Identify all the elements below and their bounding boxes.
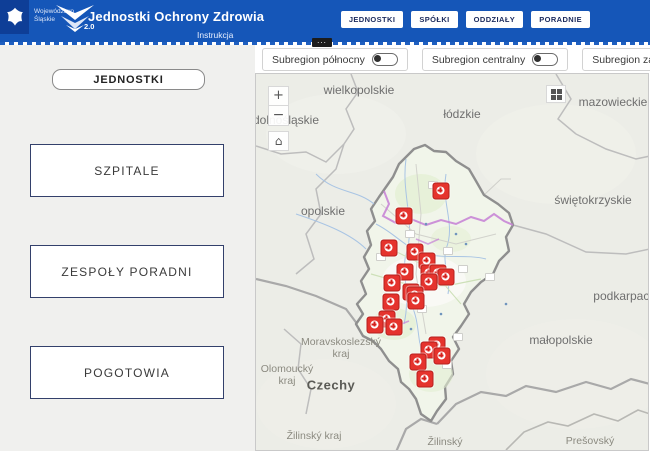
toggle-switch-icon[interactable]	[372, 53, 398, 66]
medical-cross-icon	[400, 267, 408, 275]
facility-marker[interactable]	[381, 240, 398, 257]
sidebar-button-pogotowia[interactable]: POGOTOWIA	[30, 346, 224, 399]
medical-cross-icon	[370, 320, 378, 328]
facility-marker[interactable]	[433, 183, 450, 200]
medical-cross-icon	[441, 272, 449, 280]
facility-marker[interactable]	[396, 208, 413, 225]
facility-marker[interactable]	[384, 275, 401, 292]
header-nav-button-oddzialy[interactable]: ODDZIAŁY	[466, 11, 524, 28]
facility-marker[interactable]	[367, 317, 384, 334]
medical-cross-icon	[422, 256, 430, 264]
page-title: Jednostki Ochrony Zdrowia	[88, 9, 264, 24]
facility-marker[interactable]	[383, 294, 400, 311]
sidebar: JEDNOSTKI SZPITALE ZESPOŁY PORADNI POGOTOW…	[0, 45, 256, 451]
medical-cross-icon	[410, 247, 418, 255]
facility-marker[interactable]	[408, 293, 425, 310]
voivodeship-eagle-logo	[0, 0, 29, 34]
medical-cross-icon	[386, 297, 394, 305]
zoom-in-button[interactable]: +	[268, 86, 289, 106]
map-canvas[interactable]: wielkopolskiedolnośląskiełódzkiemazowiec…	[256, 74, 648, 450]
road-shield	[453, 333, 463, 341]
filter-toggle-label: Subregion zachodni	[592, 54, 650, 66]
basemap-grid-icon	[551, 89, 562, 100]
header-nav: JEDNOSTKI SPÓŁKI ODDZIAŁY PORADNIE	[341, 11, 590, 28]
road-shield	[458, 265, 468, 273]
basemap-gallery-button[interactable]	[546, 85, 566, 103]
instructions-link[interactable]: Instrukcja	[197, 30, 233, 40]
medical-cross-icon	[399, 211, 407, 219]
medical-cross-icon	[384, 243, 392, 251]
medical-cross-icon	[424, 345, 432, 353]
medical-cross-icon	[424, 277, 432, 285]
filter-toggle-subregion-polnocny[interactable]: Subregion północny	[262, 48, 408, 71]
map-zoom-controls: + − ⌂	[268, 86, 289, 151]
road-shield	[443, 247, 453, 255]
app-window: Województwo Śląskie 2.0 Jednostki Ochron…	[0, 0, 650, 451]
facility-marker[interactable]	[434, 348, 451, 365]
sidebar-buttons: SZPITALE ZESPOŁY PORADNI POGOTOWIA	[30, 144, 224, 399]
sidebar-section-jednostki[interactable]: JEDNOSTKI	[52, 69, 205, 90]
header-nav-button-poradnie[interactable]: PORADNIE	[531, 11, 590, 28]
medical-cross-icon	[436, 186, 444, 194]
medical-cross-icon	[420, 374, 428, 382]
facility-marker[interactable]	[386, 319, 403, 336]
header-nav-button-spolki[interactable]: SPÓŁKI	[411, 11, 457, 28]
map-panel: wielkopolskiedolnośląskiełódzkiemazowiec…	[255, 73, 649, 451]
facility-marker[interactable]	[438, 269, 455, 286]
filter-toggle-label: Subregion północny	[272, 54, 365, 66]
toggle-switch-icon[interactable]	[532, 53, 558, 66]
zoom-out-button[interactable]: −	[268, 106, 289, 126]
home-extent-button[interactable]: ⌂	[268, 131, 289, 151]
filter-bar: Subregion północny Subregion centralny Sub…	[255, 45, 650, 73]
sidebar-button-szpitale[interactable]: SZPITALE	[30, 144, 224, 197]
header-nav-button-jednostki[interactable]: JEDNOSTKI	[341, 11, 404, 28]
medical-cross-icon	[411, 296, 419, 304]
sidebar-button-zespoly-poradni[interactable]: ZESPOŁY PORADNI	[30, 245, 224, 298]
toggle-knob	[534, 55, 541, 62]
facility-marker[interactable]	[410, 354, 427, 371]
eagle-icon	[5, 5, 25, 29]
toggle-knob	[374, 55, 381, 62]
road-shield	[405, 230, 415, 238]
road-shield	[485, 273, 495, 281]
filter-toggle-label: Subregion centralny	[432, 54, 525, 66]
filter-toggle-subregion-zachodni[interactable]: Subregion zachodni	[582, 48, 650, 71]
medical-cross-icon	[387, 278, 395, 286]
facility-marker[interactable]	[417, 371, 434, 388]
medical-cross-icon	[437, 351, 445, 359]
filter-overflow-badge[interactable]: ...	[312, 38, 332, 47]
medical-cross-icon	[413, 357, 421, 365]
medical-cross-icon	[389, 322, 397, 330]
filter-toggle-subregion-centralny[interactable]: Subregion centralny	[422, 48, 568, 71]
basemap-graphic	[256, 74, 649, 451]
